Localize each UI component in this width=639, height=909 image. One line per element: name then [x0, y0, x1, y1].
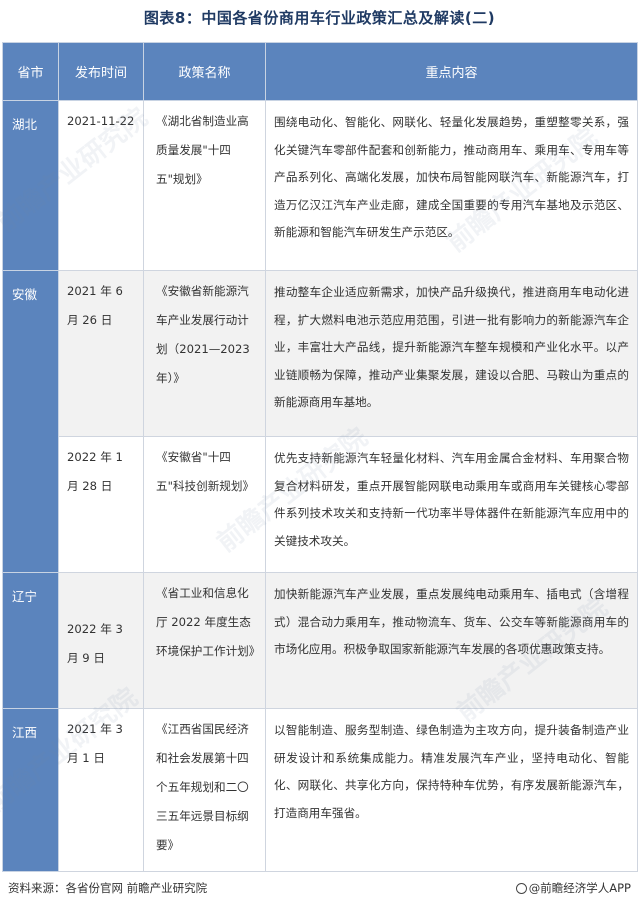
province-cell: 江西 [2, 708, 59, 872]
column-header-key-content: 重点内容 [265, 42, 638, 101]
column-header-policy-name: 政策名称 [143, 42, 266, 101]
content-cell: 围绕电动化、智能化、网联化、轻量化发展趋势，重塑整零关系，强化关键汽车零部件配套… [265, 100, 638, 271]
policy-name-cell: 《湖北省制造业高质量发展"十四五"规划》 [143, 100, 266, 271]
policy-name-cell: 《安徽省新能源汽车产业发展行动计划（2021—2023年）》 [143, 270, 266, 437]
brand-credit-text: @前瞻经济学人APP [528, 881, 631, 895]
page-title: 图表8：中国各省份商用车行业政策汇总及解读(二) [143, 9, 496, 27]
table-row: 2022 年 1 月 28 日 《安徽省"十四五"科技创新规划》 优先支持新能源… [3, 436, 638, 573]
content-cell: 以智能制造、服务型制造、绿色制造为主攻方向，提升装备制造产业研发设计和系统集成能… [265, 708, 638, 872]
date-cell: 2022 年 1 月 28 日 [58, 436, 144, 573]
source-note: 资料来源：各省份官网 前瞻产业研究院 [8, 881, 208, 895]
table-row: 江西 2021 年 3 月 1 日 《江西省国民经济和社会发展第十四个五年规划和… [2, 708, 638, 872]
date-cell: 2022 年 3 月 9 日 [58, 572, 144, 709]
date-cell: 2021-11-22 [58, 100, 144, 271]
table-row: 辽宁 2022 年 3 月 9 日 《省工业和信息化厅 2022 年度生态环境保… [2, 572, 638, 709]
province-cell: 辽宁 [2, 572, 59, 709]
content-cell: 优先支持新能源汽车轻量化材料、汽车用金属合金材料、车用聚合物复合材料研发，重点开… [265, 436, 638, 573]
content-cell: 推动整车企业适应新需求，加快产品升级换代，推进商用车电动化进程，扩大燃料电池示范… [265, 270, 638, 437]
policy-name-cell: 《省工业和信息化厅 2022 年度生态环境保护工作计划》 [143, 572, 266, 709]
table-header-row: 省市 发布时间 政策名称 重点内容 [2, 42, 638, 101]
policy-name-cell: 《安徽省"十四五"科技创新规划》 [143, 436, 266, 573]
date-cell: 2021 年 3 月 1 日 [58, 708, 144, 872]
table-row: 安徽 2021 年 6 月 26 日 《安徽省新能源汽车产业发展行动计划（202… [2, 270, 638, 573]
content-cell: 加快新能源汽车产业发展，重点发展纯电动乘用车、插电式（含增程式）混合动力乘用车，… [265, 572, 638, 709]
brand-credit: @前瞻经济学人APP [515, 880, 631, 896]
column-header-date: 发布时间 [58, 42, 144, 101]
province-cell: 湖北 [2, 100, 59, 271]
column-header-province: 省市 [2, 42, 59, 101]
date-cell: 2021 年 6 月 26 日 [58, 270, 144, 437]
province-cell: 安徽 [2, 270, 59, 573]
policy-name-cell: 《江西省国民经济和社会发展第十四个五年规划和二〇三五年远景目标纲要》 [143, 708, 266, 872]
policy-table: 省市 发布时间 政策名称 重点内容 湖北 2021-11-22 《湖北省制造业高… [2, 42, 638, 872]
table-row: 湖北 2021-11-22 《湖北省制造业高质量发展"十四五"规划》 围绕电动化… [2, 100, 638, 271]
brand-logo-icon [515, 883, 527, 894]
